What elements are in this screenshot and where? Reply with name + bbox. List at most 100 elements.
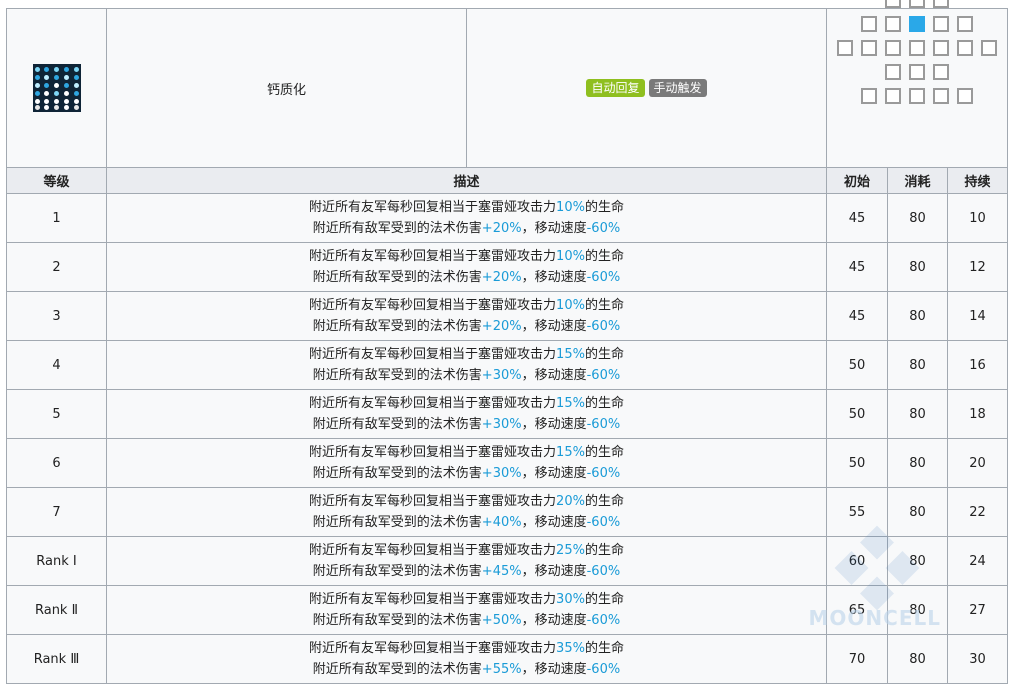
- desc-highlight: -60%: [586, 368, 621, 383]
- desc-text: 的生命: [584, 543, 624, 558]
- range-cell: [933, 64, 950, 80]
- skill-tags-cell: 自动回复 手动触发: [466, 8, 827, 168]
- description-line-1: 附近所有友军每秒回复相当于塞雷娅攻击力35%的生命: [107, 638, 826, 659]
- skill-panel: 钙质化 自动回复 手动触发 等级 描述 初始 消耗 持续 1 附近所有友军每秒回复相…: [6, 0, 1009, 684]
- range-cell: [981, 40, 998, 56]
- sp-cost-cell: 80: [887, 242, 948, 292]
- desc-text: ，移动速度: [521, 515, 587, 530]
- description-line-1: 附近所有友军每秒回复相当于塞雷娅攻击力15%的生命: [107, 344, 826, 365]
- description-line-1: 附近所有友军每秒回复相当于塞雷娅攻击力20%的生命: [107, 491, 826, 512]
- desc-text: 的生命: [584, 200, 624, 215]
- desc-highlight: 15%: [556, 347, 585, 362]
- description-line-1: 附近所有友军每秒回复相当于塞雷娅攻击力10%的生命: [107, 295, 826, 316]
- initial-sp-cell: 50: [826, 340, 888, 390]
- description-line-2: 附近所有敌军受到的法术伤害+20%，移动速度-60%: [107, 316, 826, 337]
- desc-text: ，移动速度: [521, 368, 587, 383]
- range-cell: [957, 40, 974, 56]
- sp-cost-cell: 80: [887, 291, 948, 341]
- desc-text: 的生命: [584, 396, 624, 411]
- range-cell: [933, 40, 950, 56]
- level-cell: 5: [6, 389, 107, 439]
- desc-text: 的生命: [584, 494, 624, 509]
- duration-cell: 30: [946, 634, 1009, 684]
- description-cell: 附近所有友军每秒回复相当于塞雷娅攻击力25%的生命 附近所有敌军受到的法术伤害+4…: [106, 536, 827, 586]
- desc-highlight: -60%: [586, 466, 621, 481]
- desc-text: 附近所有友军每秒回复相当于塞雷娅攻击力: [309, 200, 557, 215]
- range-cell: [909, 40, 926, 56]
- initial-sp-cell: 65: [826, 585, 888, 635]
- range-cell: [885, 88, 902, 104]
- desc-text: ，移动速度: [521, 319, 587, 334]
- duration-cell: 10: [946, 193, 1009, 243]
- range-cell: [885, 64, 902, 80]
- range-cell: [957, 88, 974, 104]
- table-row: 1 附近所有友军每秒回复相当于塞雷娅攻击力10%的生命 附近所有敌军受到的法术伤害+…: [6, 193, 1009, 243]
- sp-cost-cell: 80: [887, 536, 948, 586]
- desc-text: ，移动速度: [521, 613, 587, 628]
- description-line-2: 附近所有敌军受到的法术伤害+30%，移动速度-60%: [107, 463, 826, 484]
- header-duration: 持续: [946, 167, 1009, 194]
- initial-sp-cell: 50: [826, 438, 888, 488]
- desc-highlight: 15%: [556, 445, 585, 460]
- level-cell: 3: [6, 291, 107, 341]
- desc-text: 附近所有友军每秒回复相当于塞雷娅攻击力: [309, 641, 557, 656]
- initial-sp-cell: 45: [826, 291, 888, 341]
- table-row: 2 附近所有友军每秒回复相当于塞雷娅攻击力10%的生命 附近所有敌军受到的法术伤害+…: [6, 242, 1009, 292]
- description-cell: 附近所有友军每秒回复相当于塞雷娅攻击力15%的生命 附近所有敌军受到的法术伤害+3…: [106, 438, 827, 488]
- duration-cell: 14: [946, 291, 1009, 341]
- range-cell: [861, 40, 878, 56]
- table-row: 7 附近所有友军每秒回复相当于塞雷娅攻击力20%的生命 附近所有敌军受到的法术伤害+…: [6, 487, 1009, 537]
- range-cell: [861, 88, 878, 104]
- description-line-2: 附近所有敌军受到的法术伤害+45%，移动速度-60%: [107, 561, 826, 582]
- description-cell: 附近所有友军每秒回复相当于塞雷娅攻击力35%的生命 附近所有敌军受到的法术伤害+5…: [106, 634, 827, 684]
- description-line-1: 附近所有友军每秒回复相当于塞雷娅攻击力10%的生命: [107, 197, 826, 218]
- description-line-2: 附近所有敌军受到的法术伤害+40%，移动速度-60%: [107, 512, 826, 533]
- range-cell: [909, 88, 926, 104]
- level-cell: 2: [6, 242, 107, 292]
- description-cell: 附近所有友军每秒回复相当于塞雷娅攻击力10%的生命 附近所有敌军受到的法术伤害+2…: [106, 291, 827, 341]
- desc-highlight: -60%: [586, 515, 621, 530]
- description-line-1: 附近所有友军每秒回复相当于塞雷娅攻击力15%的生命: [107, 442, 826, 463]
- desc-highlight: -60%: [586, 319, 621, 334]
- description-line-1: 附近所有友军每秒回复相当于塞雷娅攻击力25%的生命: [107, 540, 826, 561]
- desc-highlight: +40%: [481, 515, 522, 530]
- sp-cost-cell: 80: [887, 438, 948, 488]
- sp-cost-cell: 80: [887, 585, 948, 635]
- desc-text: 的生命: [584, 445, 624, 460]
- desc-text: 附近所有敌军受到的法术伤害: [312, 662, 482, 677]
- skill-header-row: 钙质化 自动回复 手动触发: [6, 0, 1009, 168]
- desc-text: 附近所有敌军受到的法术伤害: [312, 221, 482, 236]
- range-cell: [933, 88, 950, 104]
- range-cell: [933, 0, 950, 8]
- sp-cost-cell: 80: [887, 340, 948, 390]
- initial-sp-cell: 45: [826, 193, 888, 243]
- range-cell: [909, 0, 926, 8]
- desc-highlight: +30%: [481, 466, 522, 481]
- desc-highlight: +50%: [481, 613, 522, 628]
- description-cell: 附近所有友军每秒回复相当于塞雷娅攻击力10%的生命 附近所有敌军受到的法术伤害+2…: [106, 193, 827, 243]
- range-cell: [837, 40, 854, 56]
- desc-text: 附近所有友军每秒回复相当于塞雷娅攻击力: [309, 592, 557, 607]
- level-cell: 4: [6, 340, 107, 390]
- level-cell: 7: [6, 487, 107, 537]
- header-description: 描述: [106, 167, 827, 194]
- range-cell: [861, 16, 878, 32]
- sp-cost-cell: 80: [887, 487, 948, 537]
- desc-highlight: -60%: [586, 613, 621, 628]
- desc-text: ，移动速度: [521, 564, 587, 579]
- description-cell: 附近所有友军每秒回复相当于塞雷娅攻击力15%的生命 附近所有敌军受到的法术伤害+3…: [106, 389, 827, 439]
- initial-sp-cell: 45: [826, 242, 888, 292]
- desc-highlight: 30%: [556, 592, 585, 607]
- duration-cell: 12: [946, 242, 1009, 292]
- duration-cell: 22: [946, 487, 1009, 537]
- operator-position-cell: [909, 16, 926, 32]
- tag-auto-recovery: 自动回复: [586, 79, 645, 97]
- description-line-1: 附近所有友军每秒回复相当于塞雷娅攻击力15%的生命: [107, 393, 826, 414]
- table-row: 6 附近所有友军每秒回复相当于塞雷娅攻击力15%的生命 附近所有敌军受到的法术伤害+…: [6, 438, 1009, 488]
- initial-sp-cell: 70: [826, 634, 888, 684]
- description-cell: 附近所有友军每秒回复相当于塞雷娅攻击力20%的生命 附近所有敌军受到的法术伤害+4…: [106, 487, 827, 537]
- desc-highlight: +20%: [481, 319, 522, 334]
- desc-highlight: +45%: [481, 564, 522, 579]
- desc-highlight: -60%: [586, 662, 621, 677]
- desc-highlight: -60%: [586, 417, 621, 432]
